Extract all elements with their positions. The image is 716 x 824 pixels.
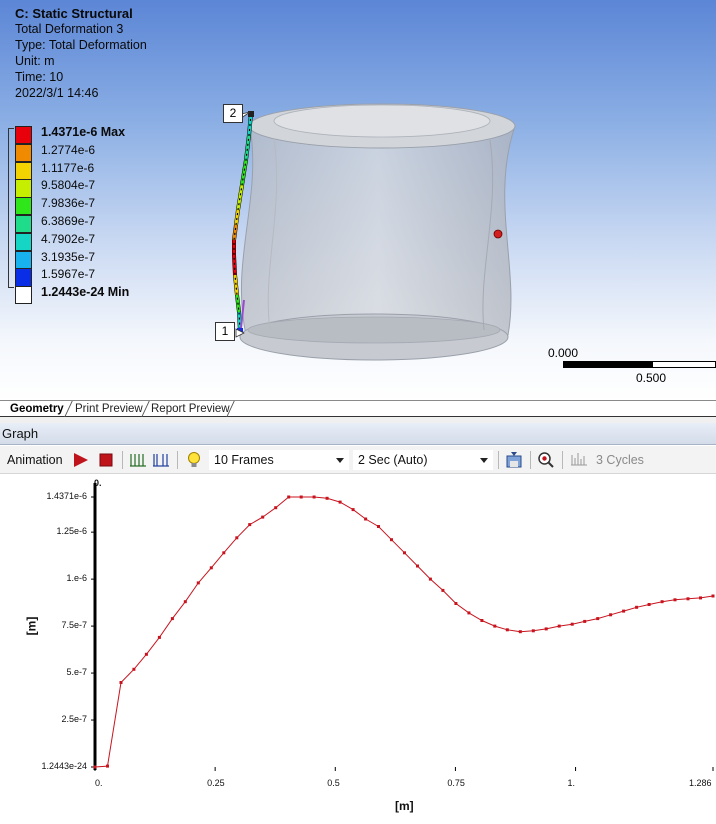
y-tick-label: 1.e-6 (66, 573, 87, 584)
data-point (261, 515, 265, 519)
data-point (364, 517, 368, 521)
x-tick-label: 0.5 (327, 778, 340, 788)
data-point (274, 506, 278, 510)
mechanical-window: C: Static Structural Total Deformation 3… (0, 0, 716, 824)
data-point (711, 594, 715, 598)
y-tick-label: 2.5e-7 (61, 714, 87, 725)
data-point (454, 602, 458, 605)
x-axis-label: [m] (395, 799, 414, 813)
scale-end-label: 0.500 (636, 371, 667, 385)
data-point (235, 536, 239, 540)
data-point (647, 603, 651, 606)
export-video-icon[interactable] (505, 451, 523, 469)
x-tick-label: 0. (95, 778, 103, 788)
data-point (325, 496, 329, 500)
data-point (416, 564, 419, 568)
data-point (93, 765, 97, 769)
y-tick-label: 1.2443e-24 (41, 761, 87, 771)
data-point (170, 617, 174, 621)
scale-bar (563, 361, 716, 368)
cylinder-model (239, 103, 516, 361)
data-point (390, 538, 393, 542)
data-point (673, 598, 677, 602)
data-point (157, 635, 161, 639)
animation-toolbar: Animation 10 Frames 2 Sec (Auto) 3 Cycle… (0, 446, 716, 474)
data-point (222, 551, 226, 555)
y-tick-label: 1.25e-6 (56, 526, 87, 537)
tab-print-preview[interactable]: Print Preview (69, 402, 149, 417)
duration-dropdown[interactable]: 2 Sec (Auto) (353, 450, 493, 470)
lightbulb-icon[interactable] (185, 451, 203, 469)
tab-report-preview[interactable]: Report Preview (145, 402, 236, 417)
graph-plot[interactable]: 0. 1.2443e-24 2.5e-7 5.e-7 7.5e-7 1.e-6 1.25e… (0, 475, 716, 824)
data-point (377, 525, 380, 528)
data-point (287, 495, 291, 499)
data-point (248, 523, 252, 527)
chevron-down-icon (336, 458, 344, 463)
y-tick-label: 1.4371e-6 (46, 491, 87, 501)
data-point (403, 551, 406, 555)
line-chart (91, 483, 715, 771)
data-point (312, 495, 316, 499)
data-point (557, 624, 561, 628)
geometry-viewport[interactable]: C: Static Structural Total Deformation 3… (0, 0, 716, 400)
data-point (609, 613, 613, 617)
cycles-icon (571, 453, 587, 466)
data-point (480, 619, 484, 622)
view-tabbar: Geometry Print Preview Report Preview (0, 400, 716, 417)
x-tick-label: 1. (567, 778, 576, 788)
data-point (119, 681, 123, 684)
result-frames-icon[interactable] (152, 451, 170, 469)
y-tick-label: 5.e-7 (66, 667, 87, 678)
x-tick-label: 0.25 (207, 778, 225, 788)
duration-value: 2 Sec (Auto) (358, 453, 428, 467)
data-point (351, 508, 355, 512)
y-tick-label: 7.5e-7 (61, 620, 87, 631)
data-point (299, 495, 303, 499)
graph-panel-header: Graph (0, 423, 716, 445)
data-point (583, 619, 587, 623)
x-tick-label: 0.75 (447, 778, 465, 788)
data-point (544, 627, 548, 631)
frames-dropdown[interactable]: 10 Frames (209, 450, 349, 470)
data-point (441, 588, 445, 592)
data-point (338, 500, 342, 504)
distributed-frames-icon[interactable] (129, 451, 147, 469)
data-point (531, 629, 535, 633)
data-point (196, 581, 200, 585)
play-icon[interactable] (72, 451, 90, 469)
probe-end-label[interactable]: 2 (223, 104, 243, 123)
data-point (106, 764, 109, 768)
probe-start-label[interactable]: 1 (215, 322, 235, 341)
data-point (209, 566, 213, 570)
x-tick-label: 1.286 (689, 778, 712, 788)
tab-geometry[interactable]: Geometry (4, 402, 70, 417)
data-point (132, 667, 136, 671)
zoom-fit-icon[interactable] (537, 451, 555, 469)
data-point (144, 652, 148, 656)
data-point (505, 628, 509, 632)
data-point (493, 624, 497, 628)
data-point (183, 600, 187, 604)
max-marker-icon (493, 229, 503, 239)
y-axis-label: [m] (24, 616, 39, 636)
cycles-label: 3 Cycles (596, 453, 644, 467)
data-point (622, 609, 626, 613)
data-point (570, 622, 574, 626)
model-view (232, 103, 516, 361)
chevron-down-icon (480, 458, 488, 463)
data-point (635, 605, 639, 609)
data-point (686, 597, 690, 601)
scale-start-label: 0.000 (548, 346, 579, 360)
stop-icon[interactable] (97, 451, 115, 469)
data-point (699, 596, 702, 600)
animation-label: Animation (7, 453, 63, 467)
frames-value: 10 Frames (214, 453, 274, 467)
series-line (94, 496, 714, 768)
data-point (467, 611, 471, 615)
data-point (518, 630, 522, 634)
data-point (596, 617, 600, 621)
data-point (428, 577, 432, 581)
data-point (660, 600, 664, 604)
